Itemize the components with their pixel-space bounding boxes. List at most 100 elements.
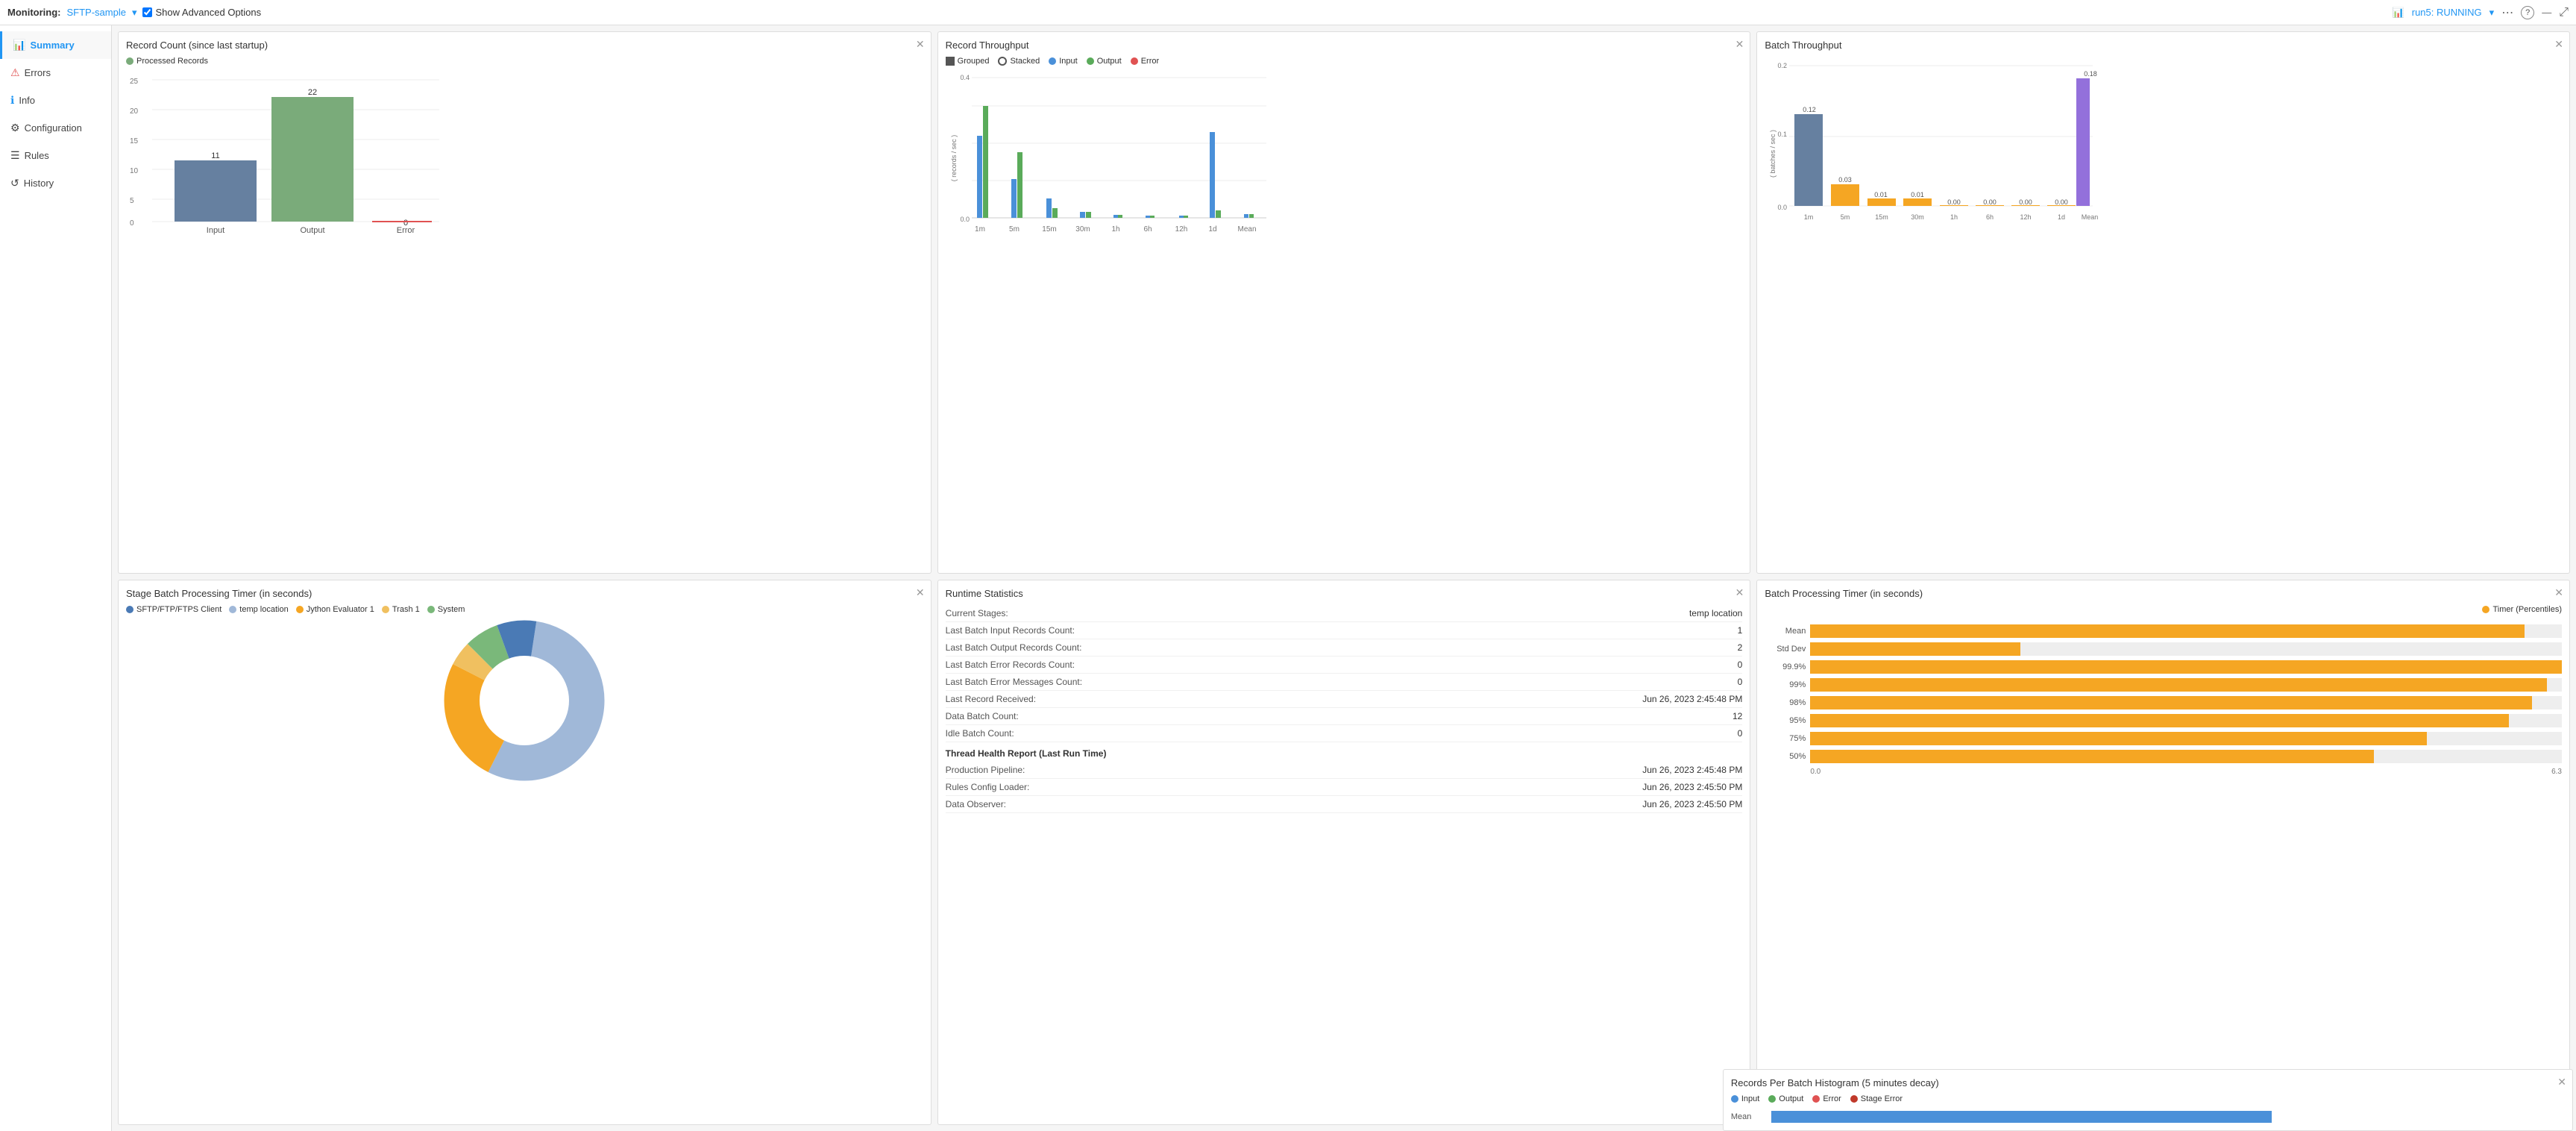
stat-label-1: Last Batch Input Records Count:	[946, 625, 1075, 636]
run-dropdown-icon[interactable]: ▾	[2489, 7, 2495, 19]
show-advanced-label[interactable]: Show Advanced Options	[142, 7, 261, 18]
svg-text:1d: 1d	[2058, 213, 2065, 221]
help-icon[interactable]: ?	[2521, 6, 2534, 19]
input-label: Input	[1059, 57, 1077, 66]
record-count-close[interactable]: ✕	[916, 38, 925, 51]
hbar-98: 98%	[1765, 696, 2562, 709]
temp-dot	[229, 606, 236, 613]
legend-rpb-stage-error: Stage Error	[1850, 1094, 1903, 1103]
hbar-stddev: Std Dev	[1765, 642, 2562, 656]
runtime-stats-close[interactable]: ✕	[1735, 586, 1744, 599]
record-throughput-close[interactable]: ✕	[1735, 38, 1744, 51]
svg-text:6h: 6h	[1986, 213, 1994, 221]
svg-text:15: 15	[130, 137, 139, 145]
records-per-batch-title: Records Per Batch Histogram (5 minutes d…	[1731, 1077, 2565, 1088]
show-advanced-checkbox[interactable]	[142, 7, 152, 17]
stat-row-0: Current Stages: temp location	[946, 605, 1743, 622]
sidebar-item-configuration[interactable]: ⚙ Configuration	[0, 114, 111, 142]
records-per-batch-legend: Input Output Error Stage Error	[1731, 1094, 2565, 1103]
health-label-2: Data Observer:	[946, 799, 1006, 809]
svg-text:1h: 1h	[1950, 213, 1958, 221]
input-bar	[175, 160, 257, 222]
sidebar-item-errors[interactable]: ⚠ Errors	[0, 59, 111, 87]
axis-max: 6.3	[2551, 768, 2562, 776]
batch-throughput-close[interactable]: ✕	[2554, 38, 2563, 51]
sidebar-item-rules[interactable]: ☰ Rules	[0, 142, 111, 169]
rpb-output-dot	[1768, 1095, 1776, 1103]
legend-trash: Trash 1	[382, 605, 420, 614]
sftp-link[interactable]: SFTP-sample	[66, 7, 125, 18]
hbar-label-99: 99%	[1765, 680, 1806, 689]
svg-text:12h: 12h	[2020, 213, 2032, 221]
hbar-75: 75%	[1765, 732, 2562, 745]
more-icon[interactable]: ⋯	[2501, 5, 2513, 20]
records-per-batch-close[interactable]: ✕	[2557, 1076, 2566, 1088]
sidebar-label-errors: Errors	[25, 67, 51, 78]
svg-text:0.4: 0.4	[960, 74, 970, 81]
svg-text:0.00: 0.00	[2055, 198, 2069, 206]
rpb-stage-error-label: Stage Error	[1861, 1094, 1903, 1103]
batch-timer-close[interactable]: ✕	[2554, 586, 2563, 599]
svg-text:0.0: 0.0	[960, 216, 970, 223]
donut-container	[126, 618, 923, 783]
history-icon: ↺	[10, 177, 19, 189]
run-badge[interactable]: run5: RUNNING	[2412, 7, 2482, 18]
svg-text:0.1: 0.1	[1778, 131, 1788, 138]
stat-value-3: 0	[1738, 660, 1743, 670]
main-layout: 📊 Summary ⚠ Errors ℹ Info ⚙ Configuratio…	[0, 25, 2576, 1131]
stat-label-5: Last Record Received:	[946, 694, 1036, 704]
hbar-track-95	[1810, 714, 2562, 727]
summary-icon: 📊	[13, 39, 25, 51]
svg-text:Output: Output	[300, 226, 324, 235]
info-icon: ℹ	[10, 94, 14, 107]
temp-label: temp location	[239, 605, 288, 614]
svg-text:1d: 1d	[1208, 225, 1216, 234]
rpb-output-label: Output	[1779, 1094, 1803, 1103]
minimize-icon[interactable]: —	[2542, 7, 2551, 18]
health-label-0: Production Pipeline:	[946, 765, 1025, 775]
dropdown-arrow-icon[interactable]: ▾	[132, 7, 137, 19]
sftp-label: SFTP/FTP/FTPS Client	[136, 605, 222, 614]
stat-row-3: Last Batch Error Records Count: 0	[946, 657, 1743, 674]
hbar-axis: 0.0 6.3	[1765, 768, 2562, 776]
hbar-chart: Mean Std Dev 99.9%	[1765, 617, 2562, 783]
stacked-icon	[998, 57, 1007, 66]
svg-text:Input: Input	[207, 226, 224, 235]
batch-timer-title: Batch Processing Timer (in seconds)	[1765, 588, 2562, 599]
rpb-input-label: Input	[1741, 1094, 1759, 1103]
hbar-track-50	[1810, 750, 2562, 763]
svg-text:0.18: 0.18	[2085, 70, 2098, 78]
stat-row-1: Last Batch Input Records Count: 1	[946, 622, 1743, 639]
axis-min: 0.0	[1810, 768, 1821, 776]
hbar-label-999: 99.9%	[1765, 662, 1806, 671]
svg-text:1h: 1h	[1111, 225, 1119, 234]
record-count-panel: Record Count (since last startup) ✕ Proc…	[118, 31, 932, 574]
stat-row-2: Last Batch Output Records Count: 2	[946, 639, 1743, 657]
rpb-stage-error-dot	[1850, 1095, 1858, 1103]
hbar-fill-50	[1810, 750, 2374, 763]
legend-input: Input	[1049, 57, 1077, 66]
stat-value-5: Jun 26, 2023 2:45:48 PM	[1642, 694, 1742, 704]
health-title: Thread Health Report (Last Run Time)	[946, 742, 1743, 762]
health-row-1: Rules Config Loader: Jun 26, 2023 2:45:5…	[946, 779, 1743, 796]
hbar-label-50: 50%	[1765, 752, 1806, 761]
svg-text:1m: 1m	[975, 225, 985, 234]
hbar-95: 95%	[1765, 714, 2562, 727]
svg-text:5m: 5m	[1009, 225, 1020, 234]
sidebar-item-history[interactable]: ↺ History	[0, 169, 111, 197]
sidebar-item-info[interactable]: ℹ Info	[0, 87, 111, 114]
sidebar-item-summary[interactable]: 📊 Summary	[0, 31, 111, 59]
stat-value-6: 12	[1732, 711, 1742, 721]
maximize-icon[interactable]: ⤢	[2559, 6, 2569, 19]
stage-batch-close[interactable]: ✕	[916, 586, 925, 599]
sidebar-label-summary: Summary	[30, 40, 74, 51]
runtime-stats-panel: Runtime Statistics ✕ Current Stages: tem…	[937, 580, 1751, 1125]
legend-processed: Processed Records	[126, 57, 208, 66]
config-icon: ⚙	[10, 122, 20, 134]
hbar-track-75	[1810, 732, 2562, 745]
svg-text:Mean: Mean	[1237, 225, 1256, 234]
error-label: Error	[1141, 57, 1159, 66]
output-label: Output	[1097, 57, 1122, 66]
stacked-label: Stacked	[1010, 57, 1040, 66]
stat-value-0: temp location	[1689, 608, 1742, 618]
